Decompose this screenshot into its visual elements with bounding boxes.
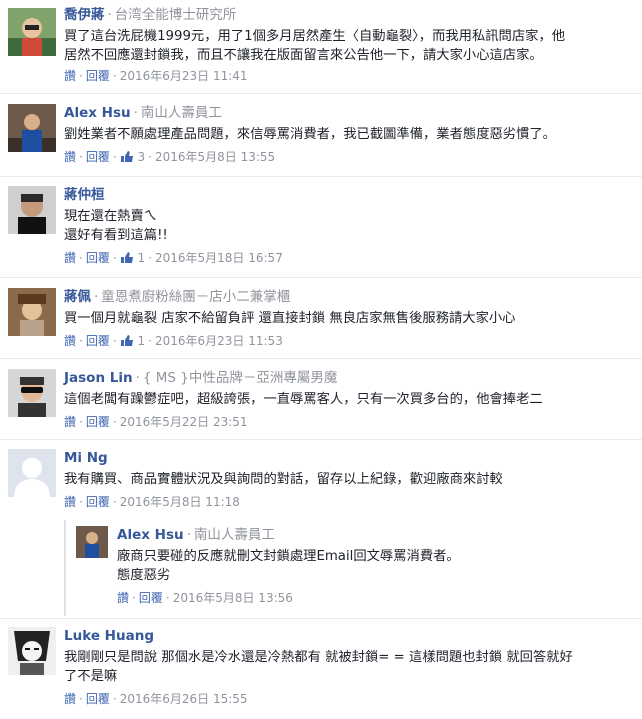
comment-text: 廠商只要碰的反應就刪文封鎖處理Email回文辱罵消費者。 態度惡劣 xyxy=(117,549,460,583)
like-link[interactable]: 讚 xyxy=(64,334,76,348)
divider xyxy=(0,93,642,94)
like-link[interactable]: 讚 xyxy=(64,692,76,706)
comment-actions: 讚 · 回覆 · 2016年5月8日 11:18 xyxy=(64,495,240,509)
user-photo-icon xyxy=(8,369,56,417)
avatar[interactable] xyxy=(8,288,56,336)
timestamp[interactable]: 2016年6月26日 15:55 xyxy=(120,692,248,706)
commenter-affiliation[interactable]: 童恩煮廚粉絲團－店小二兼掌櫃 xyxy=(101,289,290,305)
commenter-name[interactable]: Alex Hsu xyxy=(64,105,131,121)
like-count[interactable]: 3 xyxy=(138,150,146,164)
like-count[interactable]: 1 xyxy=(138,251,146,265)
comment-actions: 讚 · 回覆 · 1 · 2016年6月23日 11:53 xyxy=(64,333,634,351)
like-count[interactable]: 1 xyxy=(138,334,146,348)
comment-text: 我剛剛只是問說 那個水是冷水還是冷熱都有 就被封鎖= = 這樣問題也封鎖 就回答… xyxy=(64,650,573,684)
user-photo-icon xyxy=(8,8,56,56)
reply-link[interactable]: 回覆 xyxy=(86,692,110,706)
comment-actions: 讚 · 回覆 · 1 · 2016年5月18日 16:57 xyxy=(64,250,634,268)
timestamp[interactable]: 2016年5月22日 23:51 xyxy=(120,415,248,429)
commenter-name[interactable]: Jason Lin xyxy=(64,370,133,386)
timestamp[interactable]: 2016年5月8日 13:55 xyxy=(155,150,275,164)
like-link[interactable]: 讚 xyxy=(64,251,76,265)
like-link[interactable]: 讚 xyxy=(64,495,76,509)
commenter-name[interactable]: 蔣仲桓 xyxy=(64,187,105,203)
commenter-name[interactable]: Alex Hsu xyxy=(117,527,184,543)
avatar[interactable] xyxy=(8,8,56,56)
reply-link[interactable]: 回覆 xyxy=(86,415,110,429)
divider xyxy=(0,176,642,177)
thumbs-up-icon xyxy=(120,251,134,268)
avatar[interactable] xyxy=(8,449,56,497)
commenter-affiliation[interactable]: 台湾全能博士研究所 xyxy=(115,7,237,23)
user-photo-icon xyxy=(8,627,56,675)
avatar[interactable] xyxy=(8,186,56,234)
default-avatar-icon xyxy=(8,449,56,497)
thumbs-up-icon xyxy=(120,334,134,351)
comment-text: 買一個月就龜裂 店家不給留負評 還直接封鎖 無良店家無售後服務請大家小心 xyxy=(64,311,516,326)
reply-link[interactable]: 回覆 xyxy=(86,150,110,164)
user-photo-icon xyxy=(8,104,56,152)
comment-actions: 讚 · 回覆 · 2016年5月8日 13:56 xyxy=(117,591,293,605)
comment-actions: 讚 · 回覆 · 2016年5月22日 23:51 xyxy=(64,415,248,429)
avatar[interactable] xyxy=(76,526,108,558)
comment-text: 劉姓業者不願處理產品問題，來信辱罵消費者，我已截圖準備，業者態度惡劣慣了。 xyxy=(64,127,556,142)
commenter-name[interactable]: 蔣佩 xyxy=(64,289,91,305)
like-link[interactable]: 讚 xyxy=(64,69,76,83)
avatar[interactable] xyxy=(8,369,56,417)
comment-text: 我有購買、商品實體狀況及與詢問的對話，留存以上紀錄，歡迎廠商來討較 xyxy=(64,472,503,487)
timestamp[interactable]: 2016年6月23日 11:41 xyxy=(120,69,248,83)
avatar[interactable] xyxy=(8,627,56,675)
like-link[interactable]: 讚 xyxy=(64,150,76,164)
user-photo-icon xyxy=(8,288,56,336)
reply-link[interactable]: 回覆 xyxy=(86,69,110,83)
commenter-affiliation[interactable]: 南山人壽員工 xyxy=(141,105,222,121)
commenter-affiliation[interactable]: { MS }中性品牌－亞洲專屬男魔 xyxy=(143,370,337,386)
comment-actions: 讚 · 回覆 · 3 · 2016年5月8日 13:55 xyxy=(64,149,634,167)
comment-text: 買了這台洗屁機1999元，用了1個多月居然產生〈自動龜裂〉，而我用私訊問店家，他… xyxy=(64,29,566,63)
reply-thread-bar xyxy=(64,520,66,616)
commenter-name[interactable]: Luke Huang xyxy=(64,628,154,644)
divider xyxy=(0,358,642,359)
comment-actions: 讚 · 回覆 · 2016年6月23日 11:41 xyxy=(64,69,248,83)
divider xyxy=(0,618,642,619)
reply-link[interactable]: 回覆 xyxy=(86,251,110,265)
timestamp[interactable]: 2016年5月8日 13:56 xyxy=(173,591,293,605)
comment-text: 這個老闆有躁鬱症吧，超級誇張，一直辱罵客人，只有一次買多台的，他會捧老二 xyxy=(64,392,543,407)
timestamp[interactable]: 2016年5月8日 11:18 xyxy=(120,495,240,509)
divider xyxy=(0,439,642,440)
divider xyxy=(0,277,642,278)
thumbs-up-icon xyxy=(120,150,134,167)
commenter-affiliation[interactable]: 南山人壽員工 xyxy=(194,527,275,543)
commenter-name[interactable]: 喬伊蔣 xyxy=(64,7,105,23)
commenter-name[interactable]: Mi Ng xyxy=(64,450,108,466)
avatar[interactable] xyxy=(8,104,56,152)
timestamp[interactable]: 2016年5月18日 16:57 xyxy=(155,251,283,265)
like-link[interactable]: 讚 xyxy=(64,415,76,429)
comment-text: 現在還在熱賣ㄟ 還好有看到這篇!! xyxy=(64,209,168,243)
like-link[interactable]: 讚 xyxy=(117,591,129,605)
reply-link[interactable]: 回覆 xyxy=(86,495,110,509)
comment-actions: 讚 · 回覆 · 2016年6月26日 15:55 xyxy=(64,692,248,706)
user-photo-icon xyxy=(8,186,56,234)
reply-link[interactable]: 回覆 xyxy=(86,334,110,348)
user-photo-icon xyxy=(76,526,108,558)
timestamp[interactable]: 2016年6月23日 11:53 xyxy=(155,334,283,348)
reply-link[interactable]: 回覆 xyxy=(139,591,163,605)
